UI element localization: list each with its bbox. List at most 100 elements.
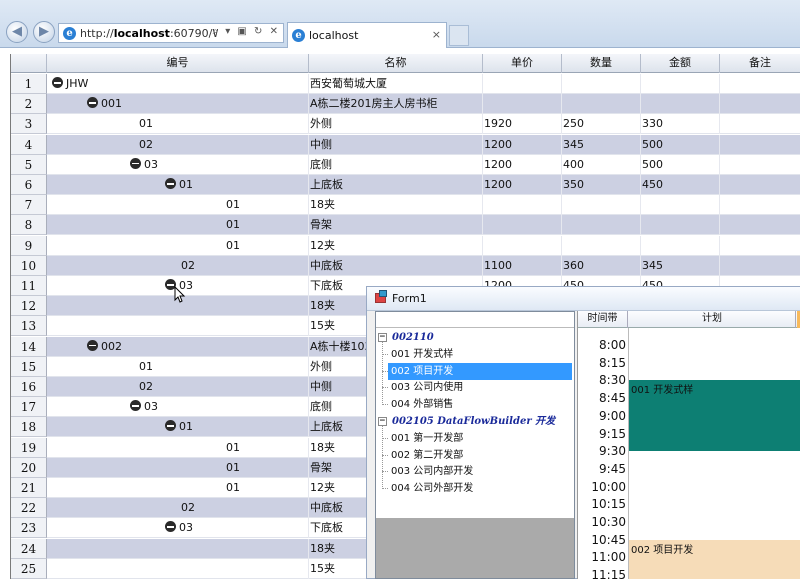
cell-code[interactable]: 01	[47, 195, 309, 216]
column-header-5[interactable]: 备注	[720, 54, 800, 73]
cell-price[interactable]	[484, 74, 562, 94]
cell-code[interactable]: 03	[47, 518, 309, 539]
cell-amount[interactable]	[642, 94, 720, 115]
cell-code[interactable]: 01	[47, 478, 309, 498]
cell-note[interactable]	[721, 94, 800, 114]
cell-qty[interactable]	[563, 74, 641, 94]
cell-code[interactable]: 01	[47, 437, 309, 458]
row-number[interactable]: 7	[11, 195, 47, 216]
address-bar[interactable]: e http://localhost:60790/WebFc ⌕ ▾ ▣ ↻ ✕	[58, 23, 284, 43]
cell-amount[interactable]: 345	[642, 255, 720, 276]
appointment-block[interactable]: 002 项目开发	[629, 539, 800, 579]
tree-item[interactable]: 001 开发式样	[376, 346, 574, 363]
cell-qty[interactable]: 400	[563, 154, 641, 175]
row-number[interactable]: 14	[11, 336, 47, 357]
cell-qty[interactable]	[563, 235, 641, 256]
cell-price[interactable]	[484, 235, 562, 256]
row-number[interactable]: 21	[11, 478, 47, 498]
forward-button[interactable]: ▶	[33, 21, 55, 43]
row-number[interactable]: 12	[11, 296, 47, 317]
table-row[interactable]: 10 02 中底板 1100 360 345	[11, 255, 800, 276]
cell-code[interactable]	[47, 558, 309, 579]
row-number[interactable]: 16	[11, 377, 47, 397]
cell-code[interactable]	[47, 538, 309, 559]
cell-note[interactable]	[721, 74, 800, 94]
new-tab-button[interactable]	[449, 25, 469, 46]
column-header-2[interactable]: 单价	[483, 54, 562, 73]
collapse-icon[interactable]	[165, 420, 176, 432]
cell-name[interactable]: A栋二楼201房主人房书柜	[310, 94, 483, 115]
table-row[interactable]: 9 01 12夹	[11, 235, 800, 256]
tree-item[interactable]: 004 公司外部开发	[376, 480, 574, 497]
collapse-icon[interactable]	[130, 400, 141, 412]
cell-price[interactable]: 1100	[484, 255, 562, 276]
cell-code[interactable]: 01	[47, 235, 309, 256]
cell-code[interactable]: 001	[47, 94, 309, 115]
cell-amount[interactable]: 500	[642, 154, 720, 175]
cell-price[interactable]: 1920	[484, 114, 562, 135]
tree-collapse-icon[interactable]: −	[378, 417, 387, 426]
cell-qty[interactable]: 345	[563, 134, 641, 155]
appointment-block[interactable]: 001 开发式样	[629, 380, 800, 452]
cell-price[interactable]	[484, 94, 562, 115]
cell-code[interactable]: 01	[47, 114, 309, 135]
cell-amount[interactable]	[642, 195, 720, 216]
cell-code[interactable]: 02	[47, 255, 309, 276]
row-number[interactable]: 10	[11, 255, 47, 276]
cell-note[interactable]	[721, 236, 800, 256]
cell-note[interactable]	[721, 135, 800, 155]
cell-note[interactable]	[721, 256, 800, 276]
collapse-icon[interactable]	[87, 97, 98, 109]
cell-code[interactable]: 02	[47, 134, 309, 155]
table-row[interactable]: 7 01 18夹	[11, 195, 800, 216]
row-number[interactable]: 3	[11, 114, 47, 135]
cell-qty[interactable]	[563, 94, 641, 115]
row-number[interactable]: 18	[11, 417, 47, 438]
cell-price[interactable]: 1200	[484, 175, 562, 195]
cell-name[interactable]: 外侧	[310, 114, 483, 135]
row-number[interactable]: 25	[11, 558, 47, 579]
cell-note[interactable]	[721, 175, 800, 195]
cell-code[interactable]: JHW	[47, 74, 309, 94]
table-row[interactable]: 3 01 外侧 1920 250 330	[11, 114, 800, 135]
cell-amount[interactable]: 500	[642, 134, 720, 155]
cell-name[interactable]: 18夹	[310, 195, 483, 216]
row-number[interactable]: 6	[11, 175, 47, 195]
tree-collapse-icon[interactable]: −	[378, 333, 387, 342]
back-button[interactable]: ◀	[6, 21, 28, 43]
tree-group-node[interactable]: −002105 DataFlowBuilder 开发	[376, 413, 574, 430]
cell-qty[interactable]	[563, 215, 641, 236]
table-row[interactable]: 5 03 底侧 1200 400 500	[11, 154, 800, 175]
cell-code[interactable]: 02	[47, 498, 309, 519]
cell-name[interactable]: 骨架	[310, 215, 483, 236]
cell-qty[interactable]: 250	[563, 114, 641, 135]
cell-price[interactable]: 1200	[484, 154, 562, 175]
cell-amount[interactable]: 450	[642, 175, 720, 195]
cell-code[interactable]: 002	[47, 336, 309, 357]
cell-name[interactable]: 12夹	[310, 235, 483, 256]
tree-item[interactable]: 001 第一开发部	[376, 430, 574, 447]
collapse-icon[interactable]	[52, 77, 63, 88]
cell-note[interactable]	[721, 114, 800, 134]
row-number[interactable]: 2	[11, 94, 47, 115]
cell-price[interactable]: 1200	[484, 134, 562, 155]
table-row[interactable]: 4 02 中侧 1200 345 500	[11, 134, 800, 155]
row-number[interactable]: 5	[11, 154, 47, 175]
column-header-1[interactable]: 名称	[309, 54, 483, 73]
tree-item[interactable]: 002 第二开发部	[376, 447, 574, 464]
row-number[interactable]: 22	[11, 498, 47, 519]
cell-code[interactable]	[47, 316, 309, 337]
collapse-icon[interactable]	[87, 339, 98, 351]
cell-code[interactable]: 01	[47, 175, 309, 195]
row-number[interactable]: 13	[11, 316, 47, 337]
cell-qty[interactable]: 360	[563, 255, 641, 276]
row-number[interactable]: 20	[11, 457, 47, 478]
cell-name[interactable]: 上底板	[310, 175, 483, 195]
cell-name[interactable]: 西安葡萄城大厦	[310, 74, 483, 94]
cell-code[interactable]: 02	[47, 377, 309, 397]
collapse-icon[interactable]	[130, 157, 141, 169]
column-header-4[interactable]: 金额	[641, 54, 720, 73]
tree-item[interactable]: 002 项目开发	[376, 362, 574, 380]
form1-titlebar[interactable]: Form1	[367, 287, 800, 311]
column-header-3[interactable]: 数量	[562, 54, 641, 73]
